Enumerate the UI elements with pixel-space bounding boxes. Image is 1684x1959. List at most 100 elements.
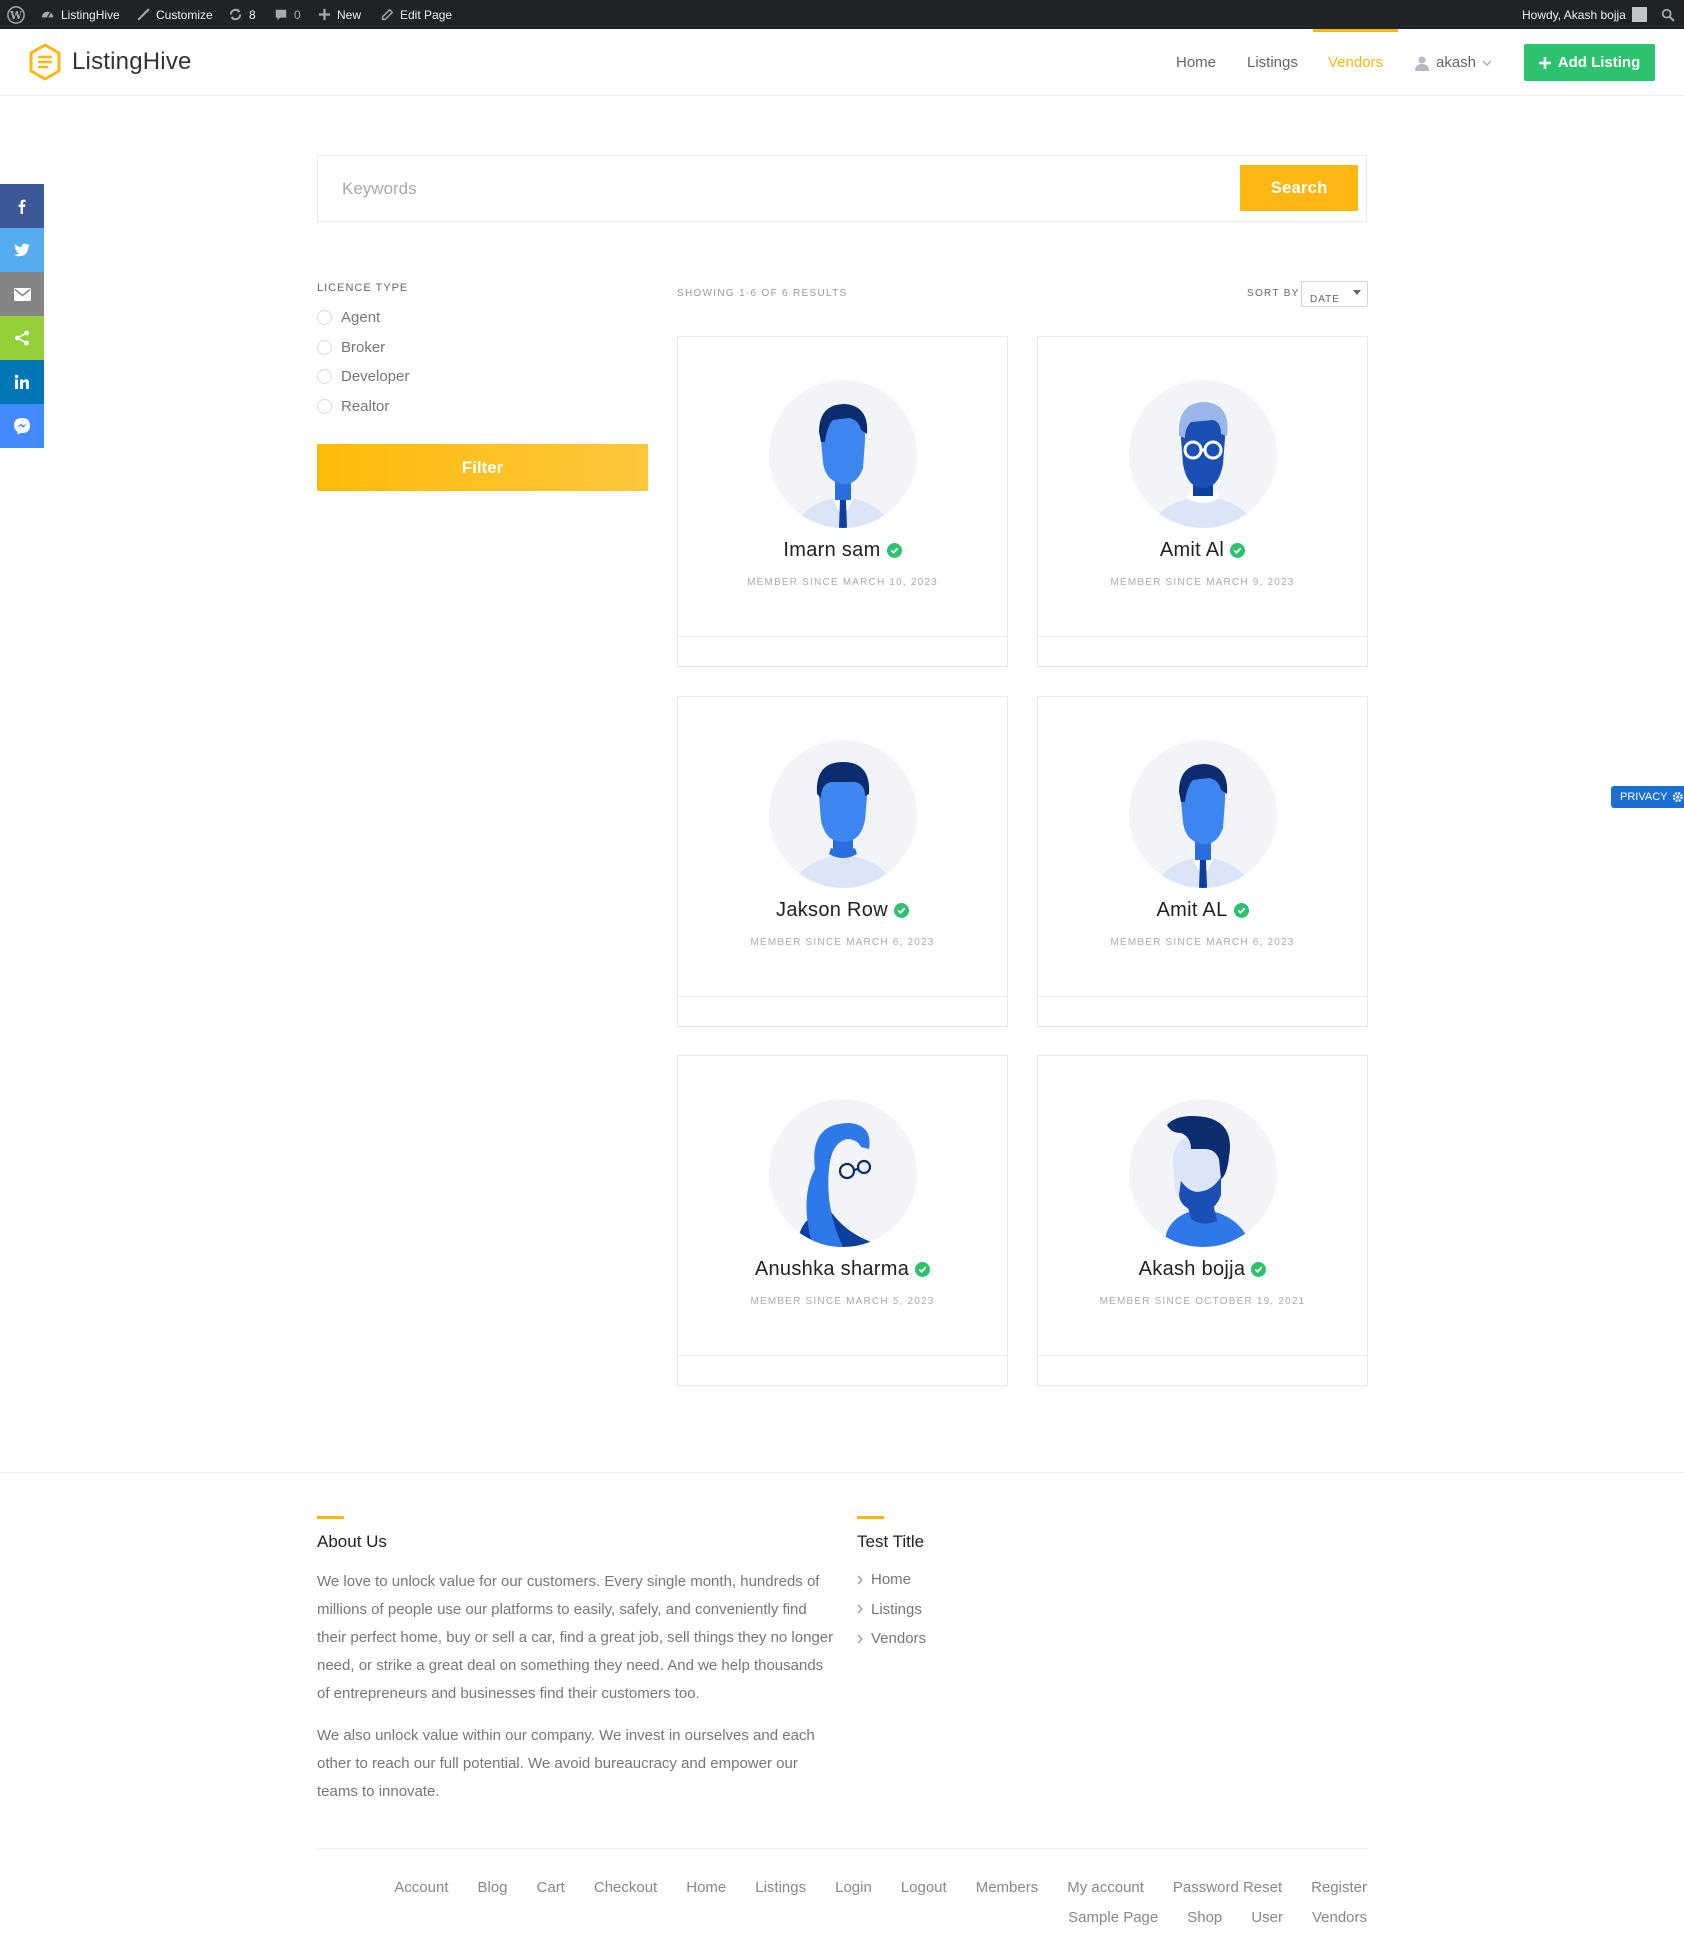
licence-type-heading: LICENCE TYPE bbox=[317, 282, 409, 294]
email-icon[interactable] bbox=[0, 272, 44, 316]
user-icon bbox=[1415, 56, 1429, 71]
comment-icon bbox=[275, 9, 287, 20]
vendor-card[interactable]: Amit Al MEMBER SINCE MARCH 9, 2023 bbox=[1037, 336, 1368, 667]
hive-logo-icon bbox=[29, 43, 61, 81]
vendor-card[interactable]: Amit AL MEMBER SINCE MARCH 6, 2023 bbox=[1037, 696, 1368, 1027]
vendor-name[interactable]: Amit AL bbox=[1156, 899, 1227, 922]
man-avatar bbox=[769, 740, 917, 888]
footer-divider bbox=[0, 1472, 1684, 1473]
keyword-search-input[interactable] bbox=[342, 172, 1222, 206]
bottom-nav-my-account[interactable]: My account bbox=[1067, 1877, 1144, 1899]
vendor-card[interactable]: Akash bojja MEMBER SINCE OCTOBER 19, 202… bbox=[1037, 1055, 1368, 1386]
site-logo[interactable]: ListingHive bbox=[28, 43, 192, 81]
share-sidebar bbox=[0, 184, 44, 448]
radio-button[interactable] bbox=[317, 398, 332, 414]
sort-select[interactable]: DATE bbox=[1301, 281, 1368, 307]
vendor-name-row: Imarn sam bbox=[678, 539, 1007, 562]
vendor-name[interactable]: Jakson Row bbox=[776, 899, 888, 922]
bottom-nav-cart[interactable]: Cart bbox=[537, 1877, 565, 1899]
bottom-nav-register[interactable]: Register bbox=[1311, 1877, 1367, 1899]
filter-button[interactable]: Filter bbox=[317, 444, 648, 491]
share-icon[interactable] bbox=[0, 316, 44, 360]
vendor-card[interactable]: Imarn sam MEMBER SINCE MARCH 10, 2023 bbox=[677, 336, 1008, 667]
filter-option-label: Realtor bbox=[341, 397, 390, 415]
plus-icon bbox=[1538, 56, 1551, 69]
sort-by-label: SORT BY bbox=[1247, 288, 1300, 299]
verified-icon bbox=[1233, 903, 1249, 918]
member-since: MEMBER SINCE MARCH 6, 2023 bbox=[750, 937, 935, 948]
nav-vendors[interactable]: Vendors bbox=[1312, 29, 1399, 96]
search-button[interactable]: Search bbox=[1240, 165, 1358, 211]
privacy-settings-button[interactable]: PRIVACY bbox=[1611, 786, 1684, 808]
bottom-nav-checkout[interactable]: Checkout bbox=[594, 1877, 657, 1899]
admin-site-link[interactable]: ListingHive bbox=[40, 0, 120, 29]
filter-option-label: Developer bbox=[341, 368, 410, 386]
admin-updates-link[interactable]: 8 bbox=[228, 0, 256, 29]
admin-site-name: ListingHive bbox=[61, 7, 120, 22]
bottom-nav-shop[interactable]: Shop bbox=[1187, 1907, 1222, 1929]
filter-option-agent[interactable]: Agent bbox=[317, 303, 409, 333]
filter-option-label: Agent bbox=[341, 309, 381, 327]
admin-edit-page-link[interactable]: Edit Page bbox=[380, 0, 452, 29]
card-footer bbox=[1038, 996, 1367, 1026]
footer-link-vendors[interactable]: Vendors bbox=[857, 1624, 926, 1654]
wordpress-logo-icon[interactable]: W bbox=[7, 0, 25, 29]
admin-comments-link[interactable]: 0 bbox=[274, 0, 301, 29]
add-listing-label: Add Listing bbox=[1557, 54, 1641, 71]
nav-listings[interactable]: Listings bbox=[1247, 29, 1298, 96]
radio-button[interactable] bbox=[317, 369, 332, 385]
bottom-nav-home[interactable]: Home bbox=[686, 1877, 726, 1899]
woman-glasses-avatar bbox=[769, 1099, 917, 1247]
gear-icon bbox=[1673, 792, 1684, 802]
bottom-nav-password-reset[interactable]: Password Reset bbox=[1173, 1877, 1282, 1899]
radio-button[interactable] bbox=[317, 339, 332, 355]
footer-link-label: Vendors bbox=[871, 1630, 927, 1648]
site-brand: ListingHive bbox=[72, 48, 192, 75]
admin-howdy-text: Howdy, Akash bojja bbox=[1522, 7, 1626, 22]
twitter-icon[interactable] bbox=[0, 228, 44, 272]
footer-link-listings[interactable]: Listings bbox=[857, 1595, 926, 1625]
bottom-nav-user[interactable]: User bbox=[1251, 1907, 1283, 1929]
admin-customize-link[interactable]: Customize bbox=[136, 0, 213, 29]
bottom-nav-sample-page[interactable]: Sample Page bbox=[1068, 1907, 1158, 1929]
bottom-nav-account[interactable]: Account bbox=[394, 1877, 448, 1899]
admin-new-link[interactable]: New bbox=[318, 0, 361, 29]
filter-option-broker[interactable]: Broker bbox=[317, 333, 409, 363]
user-menu-label: akash bbox=[1436, 54, 1477, 71]
privacy-label: PRIVACY bbox=[1620, 791, 1668, 803]
nav-home[interactable]: Home bbox=[1176, 29, 1216, 96]
bottom-nav-members[interactable]: Members bbox=[976, 1877, 1039, 1899]
vendor-name[interactable]: Amit Al bbox=[1160, 539, 1224, 562]
bottom-nav-login[interactable]: Login bbox=[835, 1877, 872, 1899]
vendor-card[interactable]: Jakson Row MEMBER SINCE MARCH 6, 2023 bbox=[677, 696, 1008, 1027]
sort-select-value: DATE bbox=[1310, 294, 1340, 305]
footer-accent-line bbox=[857, 1516, 884, 1519]
bottom-nav-listings[interactable]: Listings bbox=[755, 1877, 806, 1899]
results-count: SHOWING 1-6 OF 6 RESULTS bbox=[677, 288, 848, 299]
filter-option-realtor[interactable]: Realtor bbox=[317, 392, 409, 422]
admin-search-icon[interactable] bbox=[1661, 0, 1675, 29]
man-beard-avatar bbox=[1129, 1099, 1277, 1247]
vendor-name[interactable]: Akash bojja bbox=[1139, 1258, 1246, 1281]
about-paragraph: We love to unlock value for our customer… bbox=[317, 1573, 834, 1702]
vendor-card[interactable]: Anushka sharma MEMBER SINCE MARCH 5, 202… bbox=[677, 1055, 1008, 1386]
bottom-nav-logout[interactable]: Logout bbox=[901, 1877, 947, 1899]
user-menu[interactable]: akash bbox=[1414, 29, 1492, 96]
about-us-text: We love to unlock value for our customer… bbox=[317, 1568, 837, 1820]
facebook-icon[interactable] bbox=[0, 184, 44, 228]
linkedin-icon[interactable] bbox=[0, 360, 44, 404]
about-paragraph: We also unlock value within our company.… bbox=[317, 1727, 815, 1800]
filter-option-developer[interactable]: Developer bbox=[317, 362, 409, 392]
bottom-nav-blog[interactable]: Blog bbox=[477, 1877, 507, 1899]
footer-link-home[interactable]: Home bbox=[857, 1565, 926, 1595]
add-listing-button[interactable]: Add Listing bbox=[1524, 44, 1655, 81]
filter-option-label: Broker bbox=[341, 338, 386, 356]
member-since: MEMBER SINCE MARCH 5, 2023 bbox=[750, 1296, 935, 1307]
vendor-name[interactable]: Imarn sam bbox=[783, 539, 880, 562]
vendor-name[interactable]: Anushka sharma bbox=[755, 1258, 909, 1281]
messenger-icon[interactable] bbox=[0, 404, 44, 448]
vendor-name-row: Amit AL bbox=[1038, 899, 1367, 922]
bottom-nav-vendors[interactable]: Vendors bbox=[1312, 1907, 1367, 1929]
radio-button[interactable] bbox=[317, 310, 332, 326]
admin-account-menu[interactable]: Howdy, Akash bojja bbox=[1522, 0, 1647, 29]
